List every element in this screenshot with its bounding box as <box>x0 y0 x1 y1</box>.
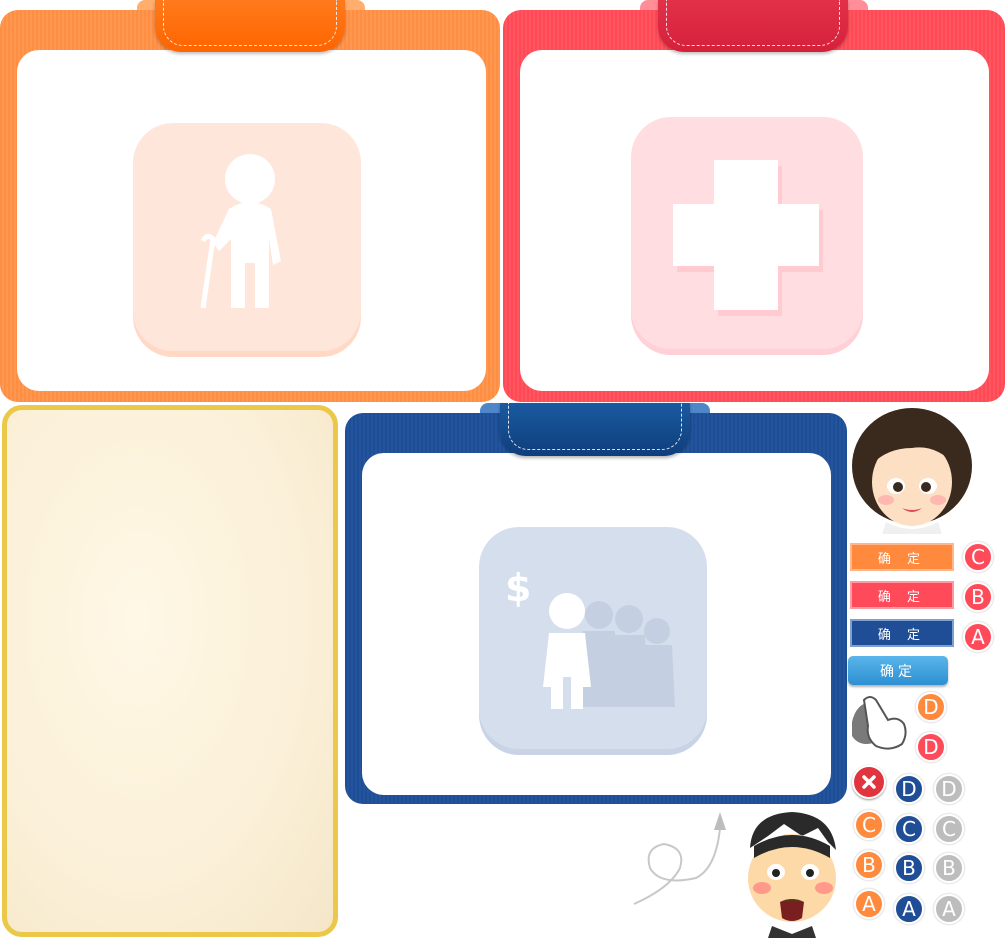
pointing-hand-icon <box>846 692 912 754</box>
elderly-person-tile[interactable] <box>133 123 361 351</box>
option-d-orange[interactable]: D <box>916 692 946 722</box>
svg-text:$: $ <box>505 566 531 610</box>
option-b-gray[interactable]: B <box>934 853 964 883</box>
option-b-red[interactable]: B <box>963 582 993 612</box>
option-a-orange[interactable]: A <box>854 889 884 919</box>
family-finance-tile[interactable]: $ <box>479 527 707 749</box>
confirm-button-orange[interactable]: 确 定 <box>850 543 954 571</box>
option-a-gray[interactable]: A <box>934 894 964 924</box>
orange-clipboard-tab <box>155 0 345 52</box>
male-character-avatar <box>732 806 850 938</box>
option-c-orange[interactable]: C <box>854 810 884 840</box>
elderly-person-icon <box>200 154 281 309</box>
medical-cross-icon <box>673 160 823 316</box>
option-d-blue[interactable]: D <box>894 774 924 804</box>
option-a-red[interactable]: A <box>963 622 993 652</box>
medical-cross-tile[interactable] <box>631 117 863 349</box>
confirm-button-light-blue[interactable]: 确定 <box>848 656 948 685</box>
option-d-gray[interactable]: D <box>934 774 964 804</box>
option-a-blue[interactable]: A <box>894 894 924 924</box>
cream-blank-panel <box>2 405 338 937</box>
option-c-gray[interactable]: C <box>934 814 964 844</box>
close-icon[interactable] <box>852 765 886 799</box>
confirm-button-red[interactable]: 确 定 <box>850 581 954 609</box>
option-b-orange[interactable]: B <box>854 850 884 880</box>
option-c-red[interactable]: C <box>963 542 993 572</box>
family-finance-icon: $ <box>505 566 675 709</box>
blue-clipboard-tab <box>500 403 690 456</box>
option-d-red[interactable]: D <box>916 732 946 762</box>
red-clipboard-tab <box>658 0 848 52</box>
x-mark-icon <box>862 775 876 789</box>
female-teacher-avatar <box>846 404 980 534</box>
option-c-blue[interactable]: C <box>894 814 924 844</box>
swirl-arrow-icon <box>630 808 734 908</box>
confirm-button-blue[interactable]: 确 定 <box>850 619 954 647</box>
option-b-blue[interactable]: B <box>894 853 924 883</box>
